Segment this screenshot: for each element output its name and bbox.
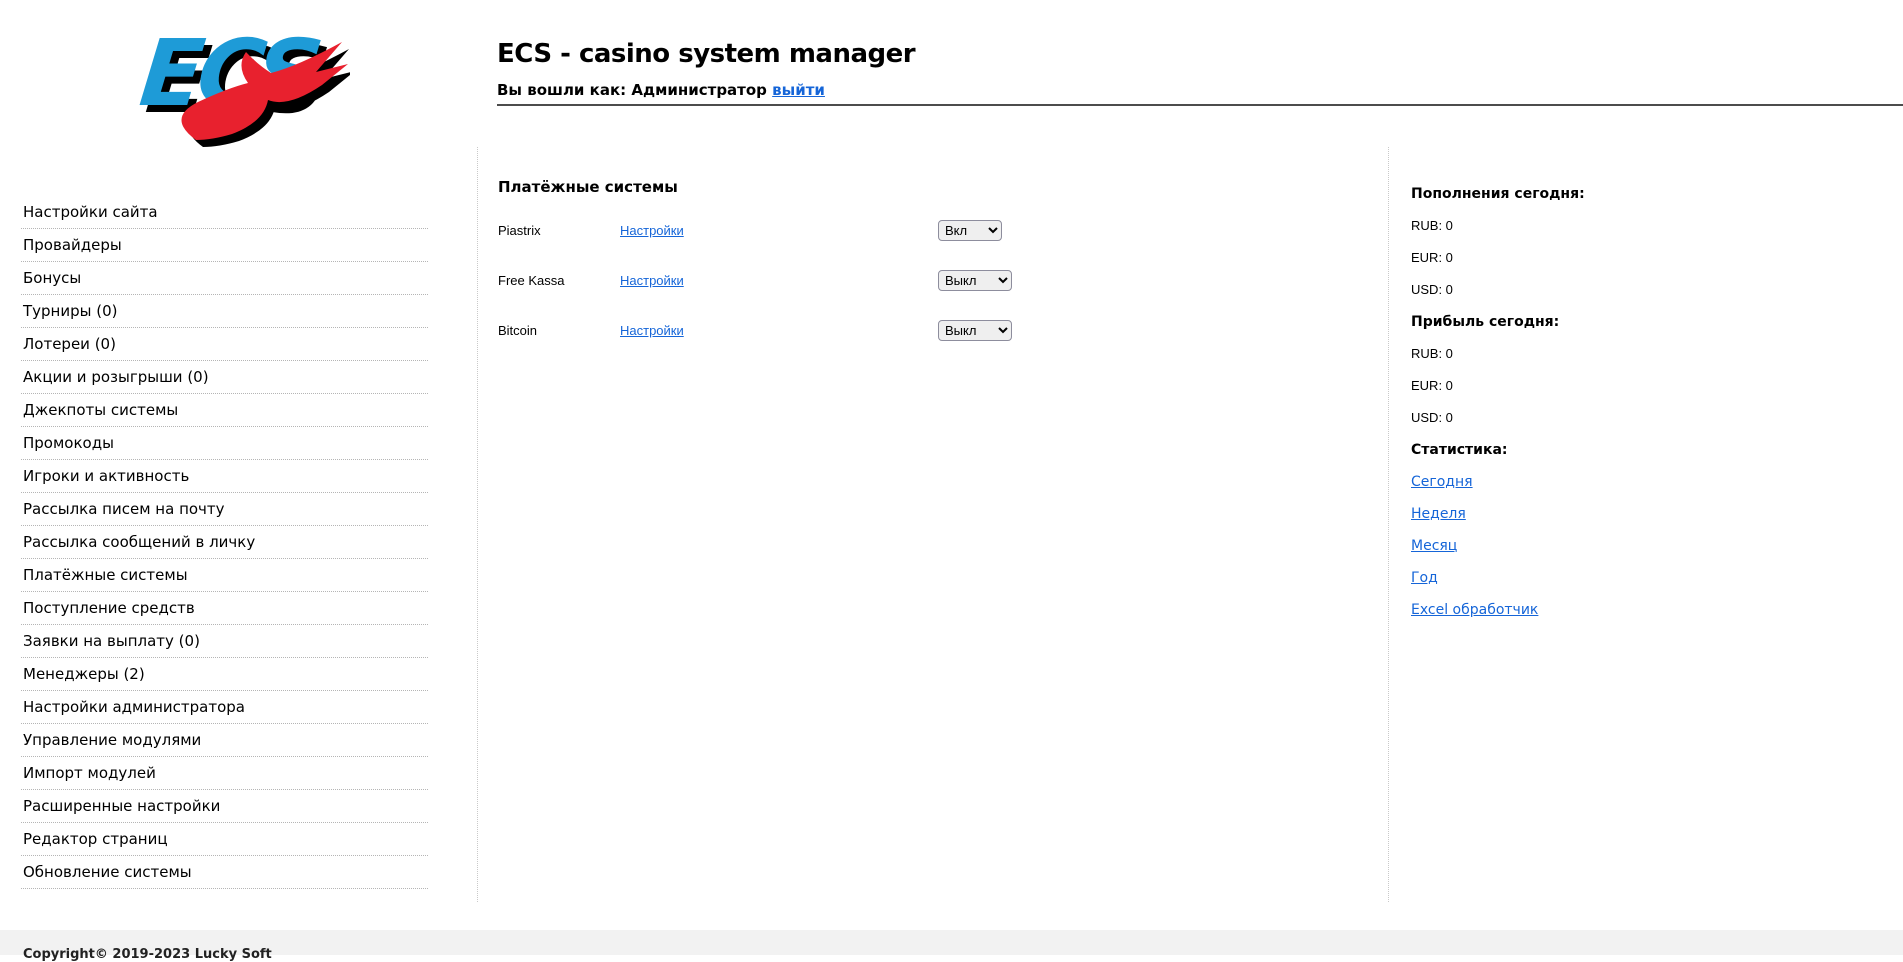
stats-link-today[interactable]: Сегодня [1411, 473, 1473, 491]
sidebar-item-system-update[interactable]: Обновление системы [21, 856, 428, 889]
freekassa-state-select[interactable]: ВклВыкл [938, 270, 1012, 291]
footer: Copyright© 2019-2023 Lucky Soft [0, 930, 1903, 962]
sidebar-item-module-management[interactable]: Управление модулями [21, 724, 428, 757]
payment-name: Free Kassa [498, 273, 565, 288]
login-status-label: Вы вошли как: Администратор [497, 81, 767, 99]
piastrix-state-select[interactable]: ВклВыкл [938, 220, 1002, 241]
stats-panel: Пополнения сегодня: RUB: 0 EUR: 0 USD: 0… [1389, 147, 1903, 902]
header-divider [497, 104, 1903, 106]
sidebar-item-incoming-funds[interactable]: Поступление средств [21, 592, 428, 625]
bitcoin-state-select[interactable]: ВклВыкл [938, 320, 1012, 341]
sidebar-item-page-editor[interactable]: Редактор страниц [21, 823, 428, 856]
sidebar-item-providers[interactable]: Провайдеры [21, 229, 428, 262]
panel-title: Платёжные системы [498, 178, 678, 196]
sidebar-item-pm-mailing[interactable]: Рассылка сообщений в личку [21, 526, 428, 559]
stats-link-week[interactable]: Неделя [1411, 505, 1466, 523]
sidebar-item-payout-requests[interactable]: Заявки на выплату (0) [21, 625, 428, 658]
profit-usd: USD: 0 [1411, 410, 1453, 425]
deposits-rub: RUB: 0 [1411, 218, 1453, 233]
sidebar-item-module-import[interactable]: Импорт модулей [21, 757, 428, 790]
ecs-logo: ECS ECS [138, 19, 350, 147]
sidebar-item-advanced-settings[interactable]: Расширенные настройки [21, 790, 428, 823]
sidebar: Настройки сайта Провайдеры Бонусы Турнир… [0, 147, 477, 902]
bitcoin-settings-link[interactable]: Настройки [620, 323, 684, 338]
sidebar-item-payment-systems[interactable]: Платёжные системы [21, 559, 428, 592]
page-title: ECS - casino system manager [497, 39, 916, 69]
payment-row-bitcoin: Bitcoin Настройки ВклВыкл [498, 320, 1388, 341]
sidebar-item-promocodes[interactable]: Промокоды [21, 427, 428, 460]
statistics-heading: Статистика: [1411, 442, 1508, 458]
sidebar-item-tournaments[interactable]: Турниры (0) [21, 295, 428, 328]
sidebar-menu: Настройки сайта Провайдеры Бонусы Турнир… [21, 196, 428, 889]
deposits-usd: USD: 0 [1411, 282, 1453, 297]
stats-link-excel-processor[interactable]: Excel обработчик [1411, 601, 1538, 619]
payment-row-piastrix: Piastrix Настройки ВклВыкл [498, 220, 1388, 241]
sidebar-item-site-settings[interactable]: Настройки сайта [21, 196, 428, 229]
sidebar-item-email-mailing[interactable]: Рассылка писем на почту [21, 493, 428, 526]
header: ECS - casino system manager Вы вошли как… [497, 0, 1903, 106]
sidebar-item-players-activity[interactable]: Игроки и активность [21, 460, 428, 493]
sidebar-item-bonuses[interactable]: Бонусы [21, 262, 428, 295]
logout-link[interactable]: выйти [772, 81, 825, 99]
sidebar-item-managers[interactable]: Менеджеры (2) [21, 658, 428, 691]
content-area: Настройки сайта Провайдеры Бонусы Турнир… [0, 147, 1903, 902]
profit-rub: RUB: 0 [1411, 346, 1453, 361]
sidebar-item-promotions[interactable]: Акции и розыгрыши (0) [21, 361, 428, 394]
deposits-today-heading: Пополнения сегодня: [1411, 186, 1585, 202]
payment-name: Piastrix [498, 223, 541, 238]
piastrix-settings-link[interactable]: Настройки [620, 223, 684, 238]
sidebar-item-admin-settings[interactable]: Настройки администратора [21, 691, 428, 724]
payment-name: Bitcoin [498, 323, 538, 338]
sidebar-item-lotteries[interactable]: Лотереи (0) [21, 328, 428, 361]
profit-today-heading: Прибыль сегодня: [1411, 314, 1560, 330]
payment-systems-panel: Платёжные системы Piastrix Настройки Вкл… [477, 147, 1389, 902]
stats-link-year[interactable]: Год [1411, 569, 1438, 587]
deposits-eur: EUR: 0 [1411, 250, 1453, 265]
profit-eur: EUR: 0 [1411, 378, 1453, 393]
payment-row-freekassa: Free Kassa Настройки ВклВыкл [498, 270, 1388, 291]
freekassa-settings-link[interactable]: Настройки [620, 273, 684, 288]
login-status: Вы вошли как: Администратор выйти [497, 81, 1903, 99]
stats-link-month[interactable]: Месяц [1411, 537, 1457, 555]
sidebar-item-jackpots[interactable]: Джекпоты системы [21, 394, 428, 427]
